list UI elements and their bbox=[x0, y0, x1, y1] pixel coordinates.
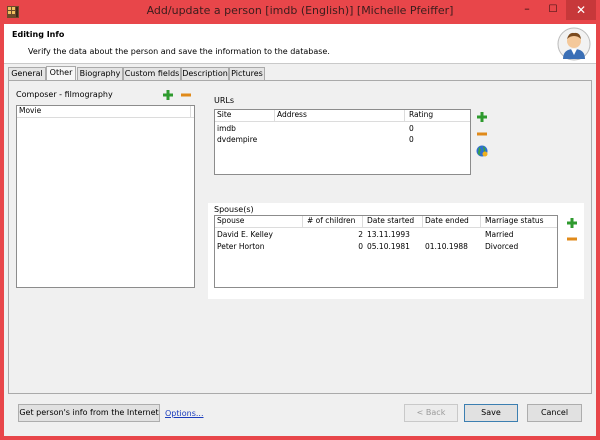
column-header-marriage-status[interactable]: Marriage status bbox=[485, 216, 555, 227]
spouse-name-cell[interactable]: David E. Kelley bbox=[217, 230, 273, 240]
dialog-client: Editing Info Verify the data about the p… bbox=[4, 24, 596, 436]
maximize-button[interactable]: ☐ bbox=[540, 0, 566, 20]
other-tab-panel: Composer - filmography Movie URLs Site A… bbox=[8, 80, 592, 394]
spouse-children-cell[interactable]: 2 bbox=[307, 230, 363, 240]
bottom-button-bar: Get person's info from the Internet Opti… bbox=[4, 394, 596, 436]
composer-filmography-list[interactable]: Movie bbox=[16, 105, 195, 288]
spouse-date-ended-cell[interactable]: 01.10.1988 bbox=[425, 242, 468, 252]
close-button[interactable]: ✕ bbox=[566, 0, 596, 20]
tab-general[interactable]: General bbox=[8, 67, 46, 80]
tab-description[interactable]: Description bbox=[181, 67, 229, 80]
get-internet-info-button[interactable]: Get person's info from the Internet bbox=[18, 404, 160, 422]
column-header-spouse[interactable]: Spouse bbox=[217, 216, 303, 227]
options-link[interactable]: Options... bbox=[165, 409, 204, 418]
minimize-button[interactable]: – bbox=[514, 0, 540, 20]
dialog-window: Add/update a person [imdb (English)] [Mi… bbox=[0, 0, 600, 440]
url-rating-cell[interactable]: 0 bbox=[409, 135, 414, 145]
header-panel: Editing Info Verify the data about the p… bbox=[4, 24, 596, 64]
urls-label: URLs bbox=[214, 96, 235, 105]
spouse-status-cell[interactable]: Divorced bbox=[485, 242, 518, 252]
spouse-date-started-cell[interactable]: 05.10.1981 bbox=[367, 242, 410, 252]
column-header-address[interactable]: Address bbox=[277, 110, 405, 121]
remove-composer-minus-icon[interactable] bbox=[181, 90, 191, 100]
add-spouse-plus-icon[interactable] bbox=[567, 218, 577, 228]
header-subtitle: Verify the data about the person and sav… bbox=[28, 47, 330, 56]
back-button[interactable]: < Back bbox=[404, 404, 458, 422]
add-composer-plus-icon[interactable] bbox=[163, 90, 173, 100]
window-title: Add/update a person [imdb (English)] [Mi… bbox=[146, 4, 454, 17]
column-header-rating[interactable]: Rating bbox=[409, 110, 467, 121]
remove-spouse-minus-icon[interactable] bbox=[567, 234, 577, 244]
column-header-movie[interactable]: Movie bbox=[19, 106, 191, 117]
spouses-list[interactable]: Spouse # of children Date started Date e… bbox=[214, 215, 558, 288]
spouse-date-started-cell[interactable]: 13.11.1993 bbox=[367, 230, 410, 240]
cancel-button[interactable]: Cancel bbox=[527, 404, 582, 422]
save-button[interactable]: Save bbox=[464, 404, 518, 422]
add-url-plus-icon[interactable] bbox=[477, 112, 487, 122]
column-header-site[interactable]: Site bbox=[217, 110, 275, 121]
composer-label: Composer - filmography bbox=[16, 90, 113, 99]
tab-other[interactable]: Other bbox=[46, 66, 76, 81]
tab-biography[interactable]: Biography bbox=[77, 67, 123, 80]
column-header-date-ended[interactable]: Date ended bbox=[425, 216, 481, 227]
remove-url-minus-icon[interactable] bbox=[477, 129, 487, 139]
urls-list[interactable]: Site Address Rating imdb 0 dvdempire 0 bbox=[214, 109, 471, 175]
open-url-globe-icon[interactable] bbox=[476, 145, 488, 157]
url-rating-cell[interactable]: 0 bbox=[409, 124, 414, 134]
spouse-name-cell[interactable]: Peter Horton bbox=[217, 242, 265, 252]
spouse-children-cell[interactable]: 0 bbox=[307, 242, 363, 252]
person-icon bbox=[557, 27, 591, 61]
spouses-label: Spouse(s) bbox=[214, 205, 254, 214]
tab-pictures[interactable]: Pictures bbox=[229, 67, 265, 80]
header-title: Editing Info bbox=[12, 30, 65, 39]
spouse-status-cell[interactable]: Married bbox=[485, 230, 514, 240]
url-site-cell[interactable]: dvdempire bbox=[217, 135, 257, 145]
column-header-date-started[interactable]: Date started bbox=[367, 216, 423, 227]
tab-custom-fields[interactable]: Custom fields bbox=[123, 67, 181, 80]
title-bar[interactable]: Add/update a person [imdb (English)] [Mi… bbox=[0, 0, 600, 24]
column-header-children[interactable]: # of children bbox=[307, 216, 363, 227]
url-site-cell[interactable]: imdb bbox=[217, 124, 236, 134]
